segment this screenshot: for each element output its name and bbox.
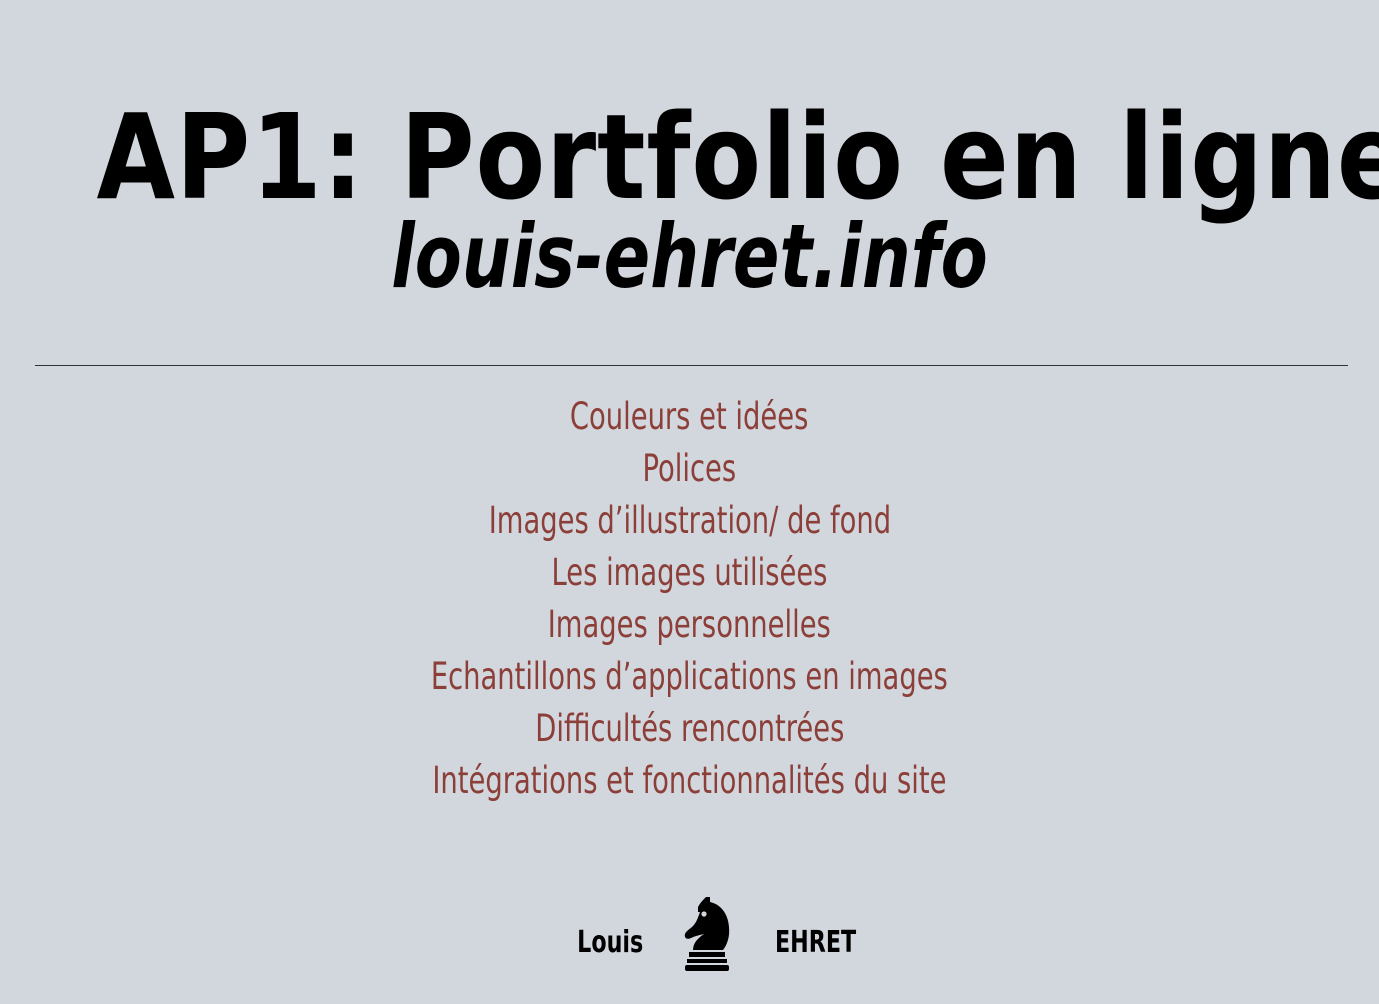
nav-link-echantillons[interactable]: Echantillons d’applications en images (431, 652, 948, 702)
nav-item: Polices (0, 444, 1379, 496)
nav-item: Images d’illustration/ de fond (0, 496, 1379, 548)
page-footer: Louis EHRET (0, 893, 1379, 973)
nav-link-images-illustration[interactable]: Images d’illustration/ de fond (488, 496, 890, 546)
page-title: AP1: Portfolio en ligne (96, 88, 1379, 226)
nav-link-integrations[interactable]: Intégrations et fonctionnalités du site (432, 756, 946, 806)
page-header: AP1: Portfolio en ligne louis-ehret.info (0, 92, 1379, 306)
nav-link-difficultes[interactable]: Difficultés rencontrées (535, 704, 844, 754)
divider (35, 365, 1348, 366)
nav-link-images-utilisees[interactable]: Les images utilisées (552, 548, 828, 598)
nav-item: Difficultés rencontrées (0, 704, 1379, 756)
section-nav: Couleurs et idées Polices Images d’illus… (0, 392, 1379, 808)
site-domain: louis-ehret.info (391, 205, 988, 308)
nav-link-images-personnelles[interactable]: Images personnelles (548, 600, 831, 650)
chess-knight-icon (684, 897, 730, 971)
nav-item: Les images utilisées (0, 548, 1379, 600)
nav-link-couleurs[interactable]: Couleurs et idées (570, 392, 808, 442)
author-last-name: EHRET (775, 925, 857, 960)
nav-link-polices[interactable]: Polices (643, 444, 737, 494)
author-first-name: Louis (577, 925, 644, 960)
nav-item: Intégrations et fonctionnalités du site (0, 756, 1379, 808)
nav-item: Images personnelles (0, 600, 1379, 652)
nav-item: Echantillons d’applications en images (0, 652, 1379, 704)
nav-item: Couleurs et idées (0, 392, 1379, 444)
